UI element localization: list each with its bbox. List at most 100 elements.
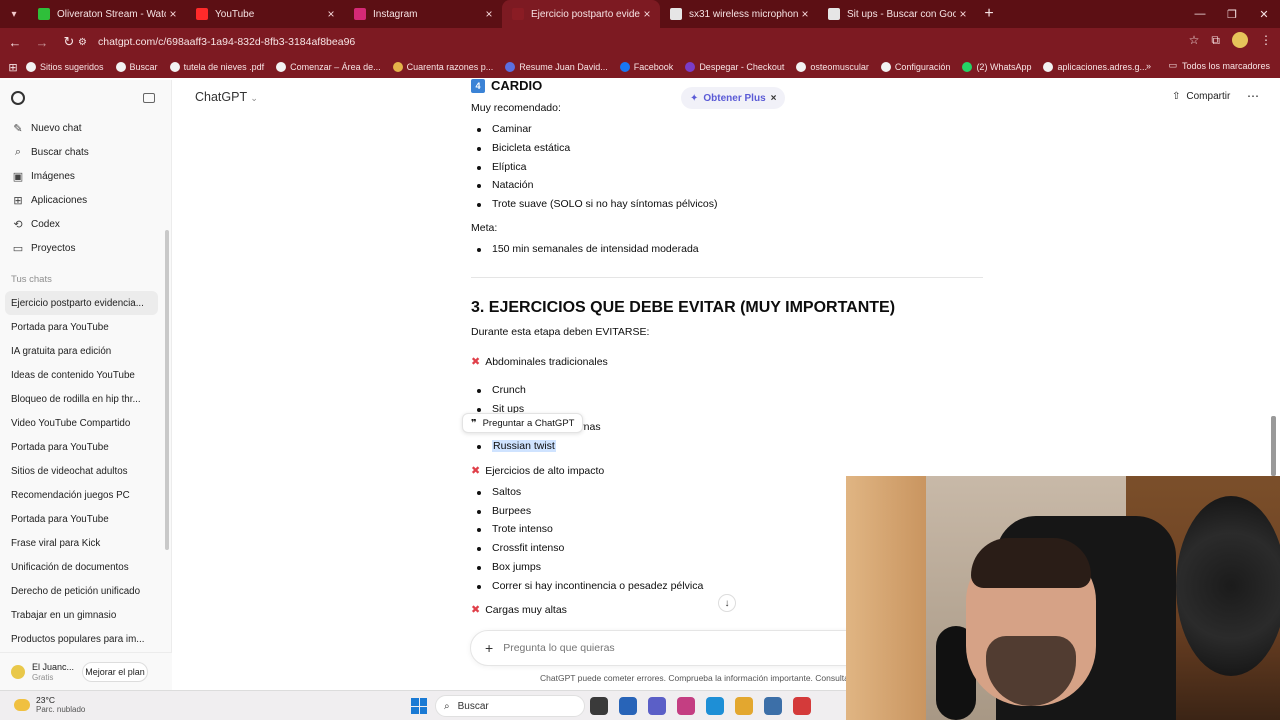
bookmark-item[interactable]: Sitios sugeridos: [26, 62, 104, 72]
bookmark-item[interactable]: osteomuscular: [796, 62, 869, 72]
chrome-icon[interactable]: [735, 697, 753, 715]
chat-history-item[interactable]: Frase viral para Kick: [0, 531, 171, 555]
sidebar-scrollbar[interactable]: [165, 230, 169, 550]
group-3-heading: ✖ Cargas muy altas: [471, 603, 567, 616]
sidebar-item-buscar-chats[interactable]: ⌕ Buscar chats: [0, 140, 171, 164]
chat-history-item[interactable]: Portada para YouTube: [0, 507, 171, 531]
chat-history-item[interactable]: Video YouTube Compartido: [0, 411, 171, 435]
tab-search-icon[interactable]: ▾: [0, 0, 28, 28]
bookmark-star-icon[interactable]: ☆: [1189, 33, 1200, 47]
ask-chatgpt-popup[interactable]: ❞ Preguntar a ChatGPT: [462, 413, 584, 433]
apps-grid-icon[interactable]: ⊞: [0, 61, 26, 74]
bookmark-item[interactable]: Configuración: [880, 62, 951, 72]
edge-icon[interactable]: [706, 697, 724, 715]
sidebar-item-proyectos[interactable]: ▭ Proyectos: [0, 236, 171, 260]
tab-close-icon[interactable]: ×: [956, 7, 970, 21]
all-bookmarks-label: Todos los marcadores: [1181, 60, 1270, 71]
attach-plus-icon[interactable]: +: [485, 640, 493, 656]
bookmark-item[interactable]: Buscar: [115, 62, 158, 72]
get-plus-button[interactable]: ✦ Obtener Plus ×: [681, 87, 786, 109]
chevron-down-icon: ⌄: [250, 93, 258, 103]
bookmark-item[interactable]: Cuarenta razones p...: [392, 62, 493, 72]
bookmark-item[interactable]: Resume Juan David...: [505, 62, 608, 72]
browser-tab[interactable]: Ejercicio postparto evidencia c×: [502, 0, 660, 28]
browser-tab[interactable]: sx31 wireless microphone - Bus×: [660, 0, 818, 28]
chat-history-item[interactable]: Recomendación juegos PC: [0, 483, 171, 507]
tab-close-icon[interactable]: ×: [640, 7, 654, 21]
weather-widget[interactable]: 23°C Parc. nublado: [14, 695, 85, 714]
site-info-icon[interactable]: ⚙: [78, 37, 98, 48]
extensions-icon[interactable]: ⧉: [1211, 33, 1220, 48]
cross-mark-icon: ✖: [471, 465, 481, 477]
taskbar-search[interactable]: ⌕ Buscar: [435, 695, 585, 717]
bookmark-item[interactable]: Comenzar – Área de...: [276, 62, 381, 72]
chat-history-item[interactable]: Unificación de documentos: [0, 555, 171, 579]
scroll-down-button[interactable]: ↓: [718, 594, 736, 612]
task-view-icon[interactable]: [590, 697, 608, 715]
tab-close-icon[interactable]: ×: [324, 7, 338, 21]
browser-tab[interactable]: Instagram ×: [344, 0, 502, 28]
chats-section-heading: Tus chats: [11, 274, 52, 285]
chat-history-item[interactable]: Trabajar en un gimnasio: [0, 603, 171, 627]
more-bookmarks-icon[interactable]: »: [1146, 61, 1151, 71]
copilot-icon[interactable]: [677, 697, 695, 715]
disclaimer: ChatGPT puede cometer errores. Comprueba…: [540, 673, 846, 683]
chat-history-item[interactable]: Derecho de petición unificado: [0, 579, 171, 603]
tab-close-icon[interactable]: ×: [798, 7, 812, 21]
bookmark-item[interactable]: tutela de nieves .pdf: [169, 62, 264, 72]
start-menu-icon[interactable]: [411, 698, 427, 714]
bookmark-item[interactable]: Despegar - Checkout: [685, 62, 784, 72]
list-item-text: Crunch: [492, 384, 526, 396]
chatgpt-logo-icon[interactable]: [11, 91, 25, 105]
tab-favicon-icon: [38, 8, 50, 20]
chrome-profile-icon[interactable]: [793, 697, 811, 715]
browser-tab[interactable]: YouTube ×: [186, 0, 344, 28]
sidebar-item-imágenes[interactable]: ▣ Imágenes: [0, 164, 171, 188]
app-icon[interactable]: [764, 697, 782, 715]
menu-icon[interactable]: ⋮: [1260, 33, 1272, 47]
share-button[interactable]: ⇧ Compartir: [1172, 91, 1230, 102]
close-icon[interactable]: ×: [771, 93, 777, 104]
chat-history-item[interactable]: Portada para YouTube: [0, 435, 171, 459]
bookmark-item[interactable]: Facebook: [619, 62, 673, 72]
weather-icon: [14, 698, 30, 711]
chat-history-item[interactable]: Sitios de videochat adultos: [0, 459, 171, 483]
chat-history-item[interactable]: Ideas de contenido YouTube: [0, 363, 171, 387]
user-panel[interactable]: El Juanc... Gratis Mejorar el plan: [0, 652, 172, 690]
chat-history-item[interactable]: IA gratuita para edición: [0, 339, 171, 363]
restore-icon[interactable]: ❐: [1216, 0, 1248, 28]
sidebar-toggle-icon[interactable]: [143, 93, 155, 103]
model-selector[interactable]: ChatGPT ⌄: [195, 90, 258, 104]
profile-avatar[interactable]: [1232, 32, 1248, 48]
new-tab-button[interactable]: +: [976, 5, 1002, 23]
ask-chatgpt-label: Preguntar a ChatGPT: [482, 417, 575, 429]
sidebar-item-nuevo-chat[interactable]: ✎ Nuevo chat: [0, 116, 171, 140]
back-icon[interactable]: ←: [3, 30, 27, 54]
all-bookmarks[interactable]: ▭ Todos los marcadores: [1168, 60, 1270, 71]
main-scrollbar[interactable]: [1271, 416, 1276, 476]
url-field[interactable]: ⚙ chatgpt.com/c/698aaff3-1a94-832d-8fb3-…: [78, 31, 1198, 53]
user-avatar[interactable]: [11, 664, 25, 679]
store-icon[interactable]: [619, 697, 637, 715]
upgrade-plan-button[interactable]: Mejorar el plan: [82, 662, 148, 682]
tab-close-icon[interactable]: ×: [166, 7, 180, 21]
bookmark-label: Configuración: [894, 62, 951, 72]
sidebar-item-aplicaciones[interactable]: ⊞ Aplicaciones: [0, 188, 171, 212]
chat-history-item[interactable]: Portada para YouTube: [0, 315, 171, 339]
prompt-input[interactable]: [503, 642, 804, 654]
forward-icon[interactable]: →: [30, 30, 54, 54]
browser-tab[interactable]: Sit ups - Buscar con Google×: [818, 0, 976, 28]
bookmark-item[interactable]: (2) WhatsApp: [962, 62, 1031, 72]
bookmark-item[interactable]: aplicaciones.adres.g...: [1043, 62, 1147, 72]
browser-tab[interactable]: Oliveraton Stream - Watch ×: [28, 0, 186, 28]
sidebar-item-icon: ▣: [12, 170, 24, 183]
close-window-icon[interactable]: ✕: [1248, 0, 1280, 28]
tab-close-icon[interactable]: ×: [482, 7, 496, 21]
sidebar-item-codex[interactable]: ⟲ Codex: [0, 212, 171, 236]
minimize-icon[interactable]: —: [1184, 0, 1216, 28]
chat-history-item[interactable]: Bloqueo de rodilla en hip thr...: [0, 387, 171, 411]
chat-history-item[interactable]: Ejercicio postparto evidencia...: [5, 291, 158, 315]
teams-icon[interactable]: [648, 697, 666, 715]
more-options-icon[interactable]: ⋯: [1247, 89, 1259, 103]
chat-history-item[interactable]: Productos populares para im...: [0, 627, 171, 651]
